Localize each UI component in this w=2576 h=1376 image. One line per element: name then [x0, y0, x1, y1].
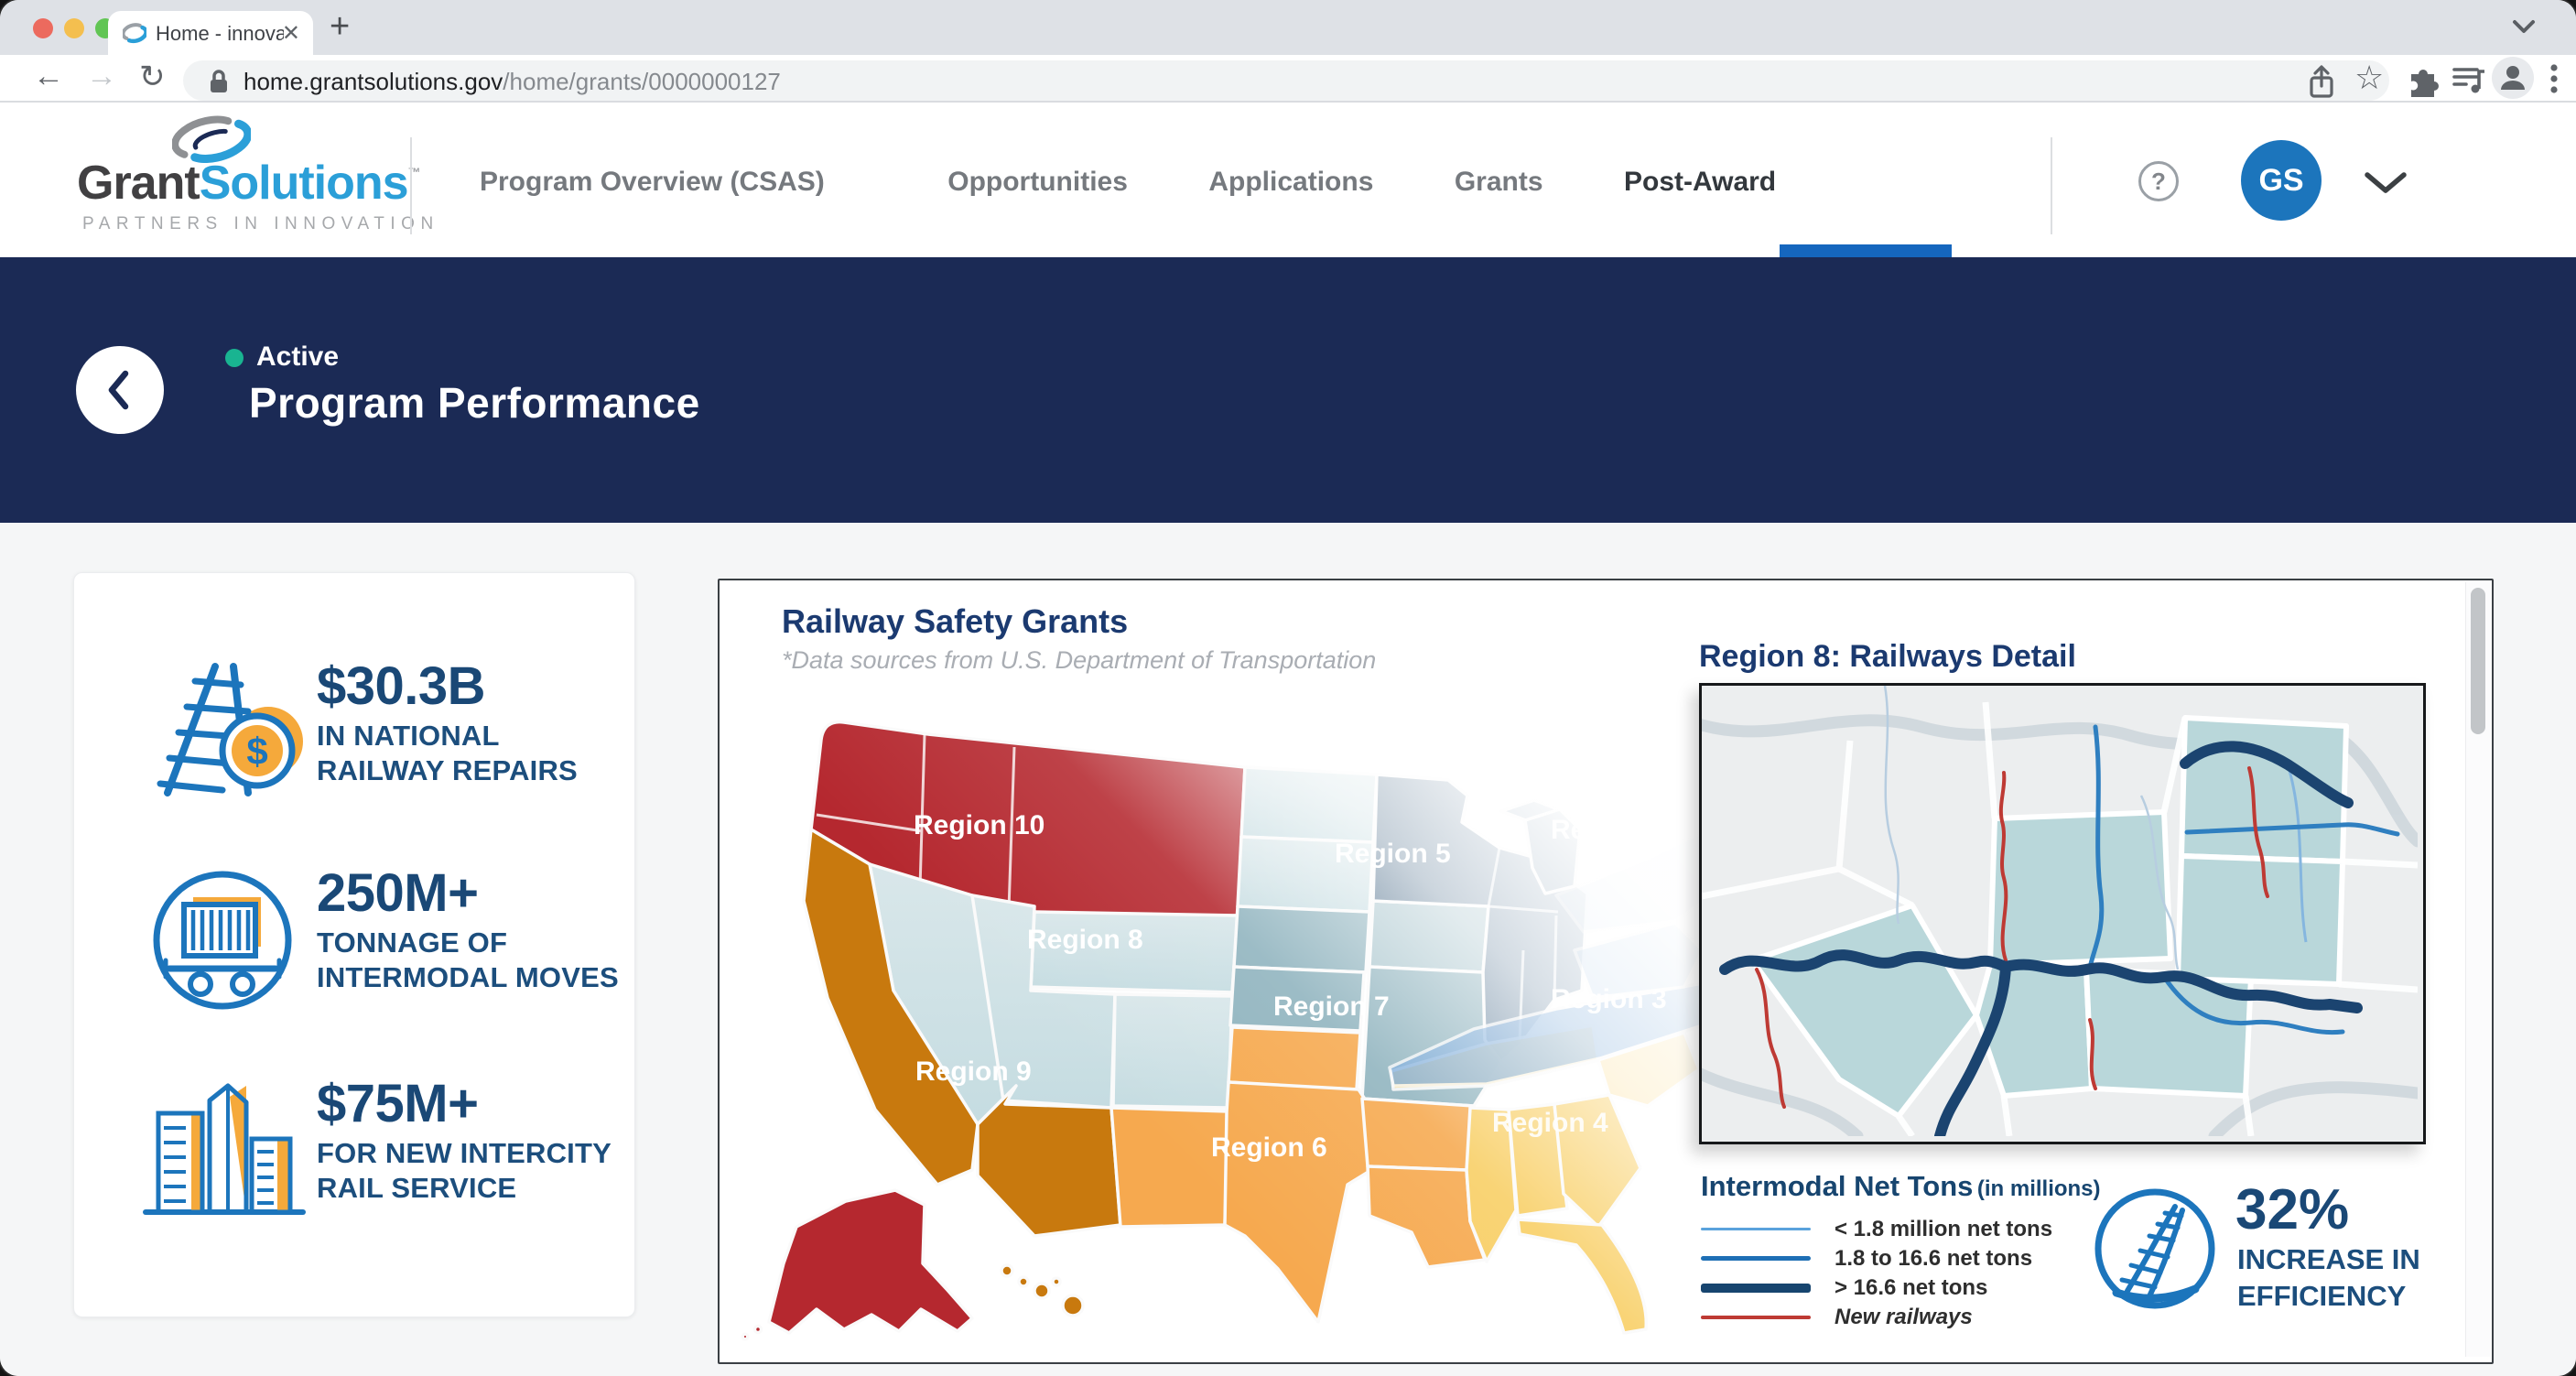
account-chevron-down-icon[interactable]: [2362, 168, 2409, 196]
legend-title: Intermodal Net Tons: [1701, 1170, 1973, 1202]
active-status-dot: [225, 349, 244, 367]
browser-tab[interactable]: Home - innovative Federal gran ✕: [108, 11, 313, 55]
region8-detail-inset: [1699, 683, 2426, 1144]
playlist-music-icon[interactable]: [2452, 64, 2488, 95]
nav-item-program-overview[interactable]: Program Overview (CSAS): [480, 167, 825, 198]
nav-item-post-award[interactable]: Post-Award: [1624, 167, 1776, 198]
efficiency-label-line1: INCREASE IN: [2237, 1243, 2420, 1276]
logo-grant-text: Grant: [77, 157, 200, 210]
stat-value: $75M+: [317, 1073, 478, 1134]
svg-text:$: $: [246, 730, 267, 773]
stat-label-line1: TONNAGE OF: [317, 926, 507, 959]
stat-value: 250M+: [317, 862, 478, 924]
thick-navy-line-swatch: [1701, 1284, 1811, 1293]
region8-detail-map: [1702, 686, 2418, 1136]
chevron-left-icon: [106, 370, 130, 410]
browser-profile-avatar[interactable]: [2492, 57, 2534, 99]
stat-label-line2: INTERMODAL MOVES: [317, 961, 619, 994]
railcar-icon: [138, 862, 312, 1018]
minimize-window-button[interactable]: [64, 18, 84, 38]
map-source-note: *Data sources from U.S. Department of Tr…: [782, 646, 1376, 675]
stat-label-line2: RAIL SERVICE: [317, 1172, 516, 1205]
logo-wordmark: GrantSolutions™: [77, 156, 420, 211]
user-avatar[interactable]: GS: [2241, 140, 2322, 221]
person-icon: [2492, 57, 2534, 99]
efficiency-stat: 32% INCREASE IN EFFICIENCY: [2089, 1177, 2483, 1342]
stat-value: $30.3B: [317, 655, 485, 717]
thin-light-blue-line-swatch: [1701, 1228, 1811, 1230]
medium-blue-line-swatch: [1701, 1256, 1811, 1261]
buildings-icon: [138, 1073, 312, 1224]
nav-item-applications[interactable]: Applications: [1208, 167, 1373, 198]
lock-icon: [207, 67, 231, 96]
stat-label-line1: IN NATIONAL: [317, 720, 500, 753]
reload-icon[interactable]: ↻: [139, 59, 166, 95]
railway-safety-map-card: Railway Safety Grants *Data sources from…: [718, 579, 2494, 1364]
close-window-button[interactable]: [33, 18, 53, 38]
stat-intercity-rail: $75M+ FOR NEW INTERCITY RAIL SERVICE: [74, 1073, 634, 1256]
screenshot-stage: Home - innovative Federal gran ✕ + ← → ↻…: [0, 0, 2576, 1376]
tab-close-icon[interactable]: ✕: [282, 20, 300, 47]
favicon-swirl-icon: [123, 21, 146, 45]
url-text: home.grantsolutions.gov/home/grants/0000…: [244, 68, 781, 96]
help-icon[interactable]: ?: [2138, 161, 2179, 201]
stat-intermodal-tonnage: 250M+ TONNAGE OF INTERMODAL MOVES: [74, 862, 634, 1046]
url-domain: home.grantsolutions.gov: [244, 68, 503, 95]
efficiency-label-line2: EFFICIENCY: [2237, 1280, 2406, 1313]
header-divider-right: [2051, 137, 2052, 234]
back-icon[interactable]: ←: [33, 59, 64, 94]
stat-railway-repairs: $ $30.3B IN NATIONAL RAILWAY REPAIRS: [74, 655, 634, 839]
forward-icon[interactable]: →: [86, 59, 117, 94]
us-regions-map: Region 10 Region 8 Region 9 Region 7 Reg…: [732, 676, 1758, 1355]
legend-label: 1.8 to 16.6 net tons: [1835, 1246, 2032, 1272]
nav-item-opportunities[interactable]: Opportunities: [947, 167, 1128, 198]
status-badge: Active: [256, 341, 339, 373]
map-title: Railway Safety Grants: [782, 602, 1128, 641]
map-card-scrollbar-track[interactable]: [2465, 582, 2490, 1357]
browser-window: Home - innovative Federal gran ✕ + ← → ↻…: [0, 0, 2576, 1376]
program-stats-card: $ $30.3B IN NATIONAL RAILWAY REPAIRS: [73, 572, 635, 1317]
browser-menu-dots-icon[interactable]: [2549, 62, 2560, 95]
browser-toolbar: ← → ↻ home.grantsolutions.gov/home/grant…: [0, 55, 2576, 103]
map-card-scrollbar-thumb[interactable]: [2471, 588, 2485, 734]
legend-label: New railways: [1835, 1305, 1973, 1330]
back-button[interactable]: [76, 346, 164, 434]
red-line-swatch: [1701, 1316, 1811, 1319]
efficiency-value: 32%: [2235, 1177, 2349, 1242]
page-title: Program Performance: [249, 378, 700, 428]
share-icon[interactable]: [2305, 64, 2338, 101]
new-tab-button[interactable]: +: [330, 7, 350, 47]
logo-tagline: PARTNERS IN INNOVATION: [82, 214, 439, 234]
legend-unit: (in millions): [1977, 1176, 2101, 1201]
curved-railway-icon: [2089, 1183, 2222, 1316]
legend-label: < 1.8 million net tons: [1835, 1217, 2052, 1242]
tab-title: Home - innovative Federal gran: [156, 22, 284, 46]
extensions-puzzle-icon[interactable]: [2404, 62, 2439, 97]
stat-label-line2: RAILWAY REPAIRS: [317, 754, 578, 787]
stat-label-line1: FOR NEW INTERCITY: [317, 1137, 612, 1170]
nav-item-grants[interactable]: Grants: [1455, 167, 1543, 198]
site-header: GrantSolutions™ PARTNERS IN INNOVATION P…: [0, 103, 2576, 257]
active-nav-underline: [1780, 244, 1952, 257]
page-body: $ $30.3B IN NATIONAL RAILWAY REPAIRS: [0, 523, 2576, 1376]
primary-nav: Program Overview (CSAS) Opportunities Ap…: [480, 167, 1853, 198]
url-path: /home/grants/0000000127: [503, 68, 781, 95]
browser-tabstrip: Home - innovative Federal gran ✕ +: [0, 0, 2576, 55]
tab-search-chevron-icon[interactable]: [2510, 16, 2538, 37]
header-divider: [410, 137, 412, 234]
inset-title: Region 8: Railways Detail: [1699, 639, 2076, 675]
address-bar[interactable]: home.grantsolutions.gov/home/grants/0000…: [183, 60, 2389, 101]
legend-label: > 16.6 net tons: [1835, 1275, 1987, 1301]
map-fade-overlay: [732, 676, 1758, 1355]
hero-banner: Active Program Performance: [0, 257, 2576, 523]
bookmark-star-icon[interactable]: ☆: [2354, 59, 2384, 97]
railway-coin-icon: $: [138, 655, 312, 802]
logo-solutions-text: Solutions: [200, 157, 408, 210]
